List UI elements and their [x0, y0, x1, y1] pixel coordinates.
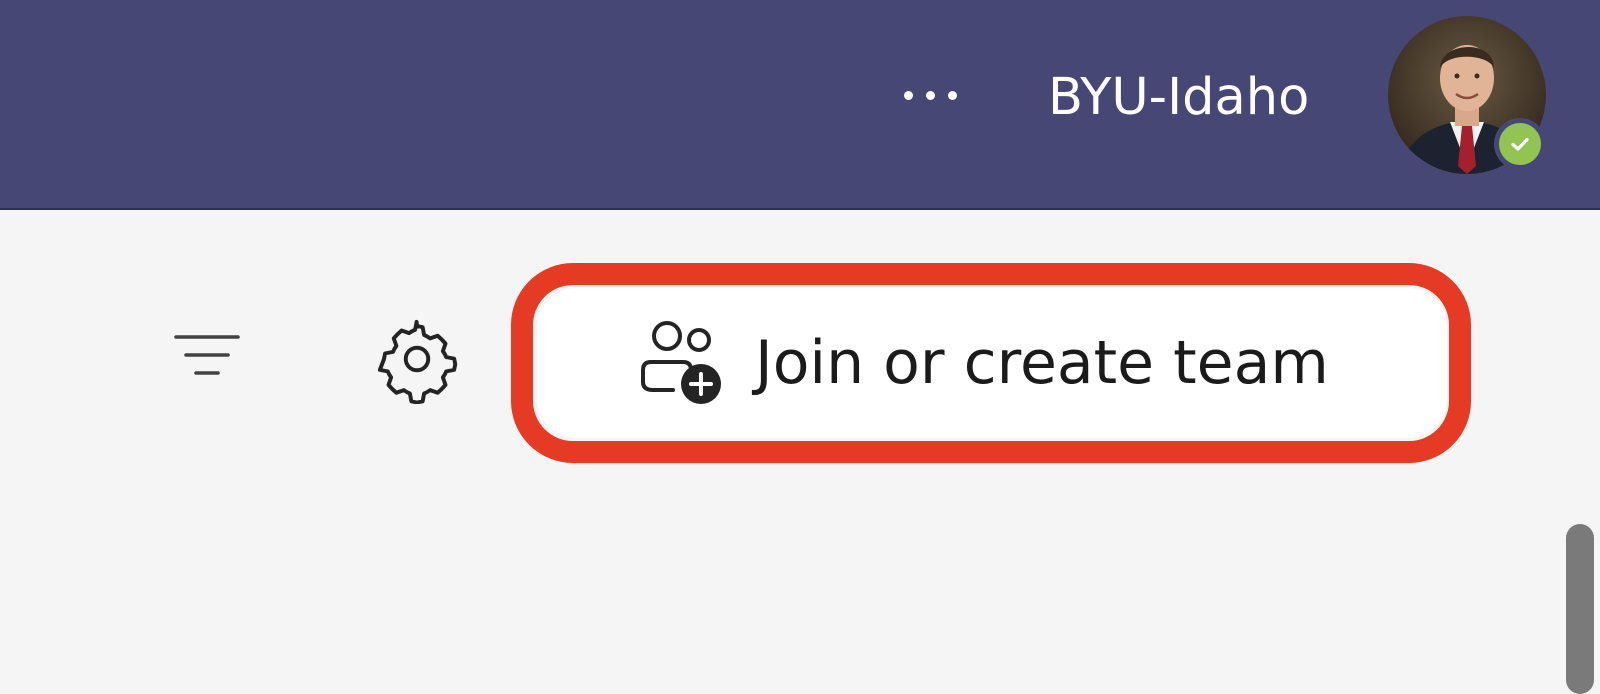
- more-horizontal-icon: [903, 90, 913, 100]
- filter-icon: [174, 335, 240, 375]
- scrollbar-thumb[interactable]: [1566, 524, 1594, 694]
- gear-icon: [377, 319, 458, 405]
- join-or-create-team-label: Join or create team: [755, 328, 1329, 398]
- settings-button[interactable]: [372, 314, 462, 405]
- top-bar: BYU-Idaho: [0, 0, 1600, 210]
- filter-button[interactable]: [170, 328, 250, 388]
- people-add-icon: [641, 321, 721, 404]
- org-name[interactable]: BYU-Idaho: [1048, 62, 1309, 134]
- presence-available-badge: [1494, 118, 1546, 170]
- more-dot: [925, 90, 935, 100]
- more-dot: [947, 90, 957, 100]
- join-or-create-team-button[interactable]: Join or create team: [537, 288, 1447, 438]
- more-options-button[interactable]: [890, 70, 970, 120]
- checkmark-icon: [1511, 137, 1529, 151]
